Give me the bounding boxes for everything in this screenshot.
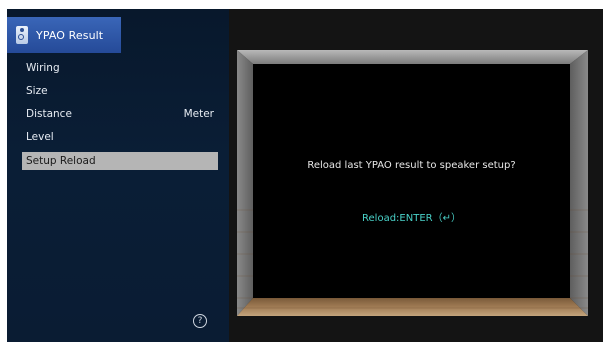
menu-item-label: Level bbox=[26, 131, 54, 143]
dialog-panel: Reload last YPAO result to speaker setup… bbox=[253, 64, 570, 298]
help-icon[interactable]: ? bbox=[193, 314, 207, 328]
menu-item-label: Wiring bbox=[26, 62, 60, 74]
menu-item-setup-reload[interactable]: Setup Reload bbox=[22, 152, 218, 170]
dialog-message: Reload last YPAO result to speaker setup… bbox=[307, 160, 516, 171]
reload-enter-action[interactable]: Reload:ENTER（↵） bbox=[253, 209, 570, 224]
title-bar: YPAO Result bbox=[7, 17, 121, 53]
menu-item-size[interactable]: Size bbox=[22, 82, 218, 100]
menu-item-wiring[interactable]: Wiring bbox=[22, 59, 218, 77]
menu-item-level[interactable]: Level bbox=[22, 128, 218, 146]
menu-item-label: Size bbox=[26, 85, 48, 97]
menu-item-value: Meter bbox=[183, 108, 214, 120]
menu-item-label: Setup Reload bbox=[26, 155, 96, 167]
page-title: YPAO Result bbox=[36, 28, 104, 42]
menu-item-distance[interactable]: Distance Meter bbox=[22, 105, 218, 123]
menu-item-label: Distance bbox=[26, 108, 72, 120]
speaker-icon bbox=[16, 26, 28, 44]
sidebar-menu: YPAO Result Wiring Size Distance Meter L… bbox=[7, 9, 229, 342]
